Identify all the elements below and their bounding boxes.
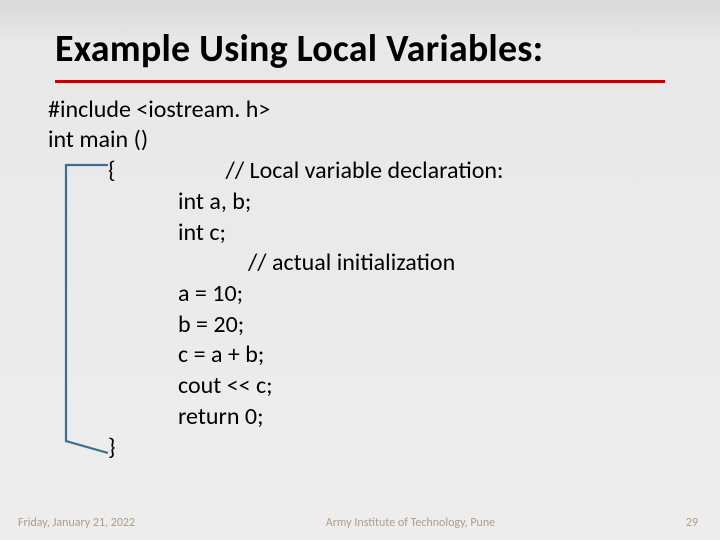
- code-block: #include <iostream. h> int main () {// L…: [0, 83, 720, 464]
- footer: Friday, January 21, 2022 Army Institute …: [0, 516, 720, 530]
- code-line: cout << c;: [48, 371, 720, 402]
- code-line: return 0;: [48, 402, 720, 433]
- code-line: b = 20;: [48, 310, 720, 341]
- code-line: int main (): [48, 125, 720, 156]
- close-brace: }: [48, 433, 720, 464]
- code-line: a = 10;: [48, 279, 720, 310]
- footer-page-number: 29: [686, 516, 720, 530]
- code-line: int c;: [48, 218, 720, 249]
- code-comment: // actual initialization: [48, 248, 720, 279]
- code-comment: // Local variable declaration:: [116, 156, 504, 185]
- code-line: int a, b;: [48, 187, 720, 218]
- code-line: #include <iostream. h>: [48, 95, 720, 126]
- open-brace: {: [48, 156, 116, 185]
- code-line: c = a + b;: [48, 340, 720, 371]
- code-line: {// Local variable declaration:: [48, 156, 720, 187]
- title-area: Example Using Local Variables:: [0, 0, 720, 83]
- slide-title: Example Using Local Variables:: [55, 28, 665, 78]
- footer-org: Army Institute of Technology, Pune: [135, 516, 686, 530]
- footer-date: Friday, January 21, 2022: [0, 516, 135, 530]
